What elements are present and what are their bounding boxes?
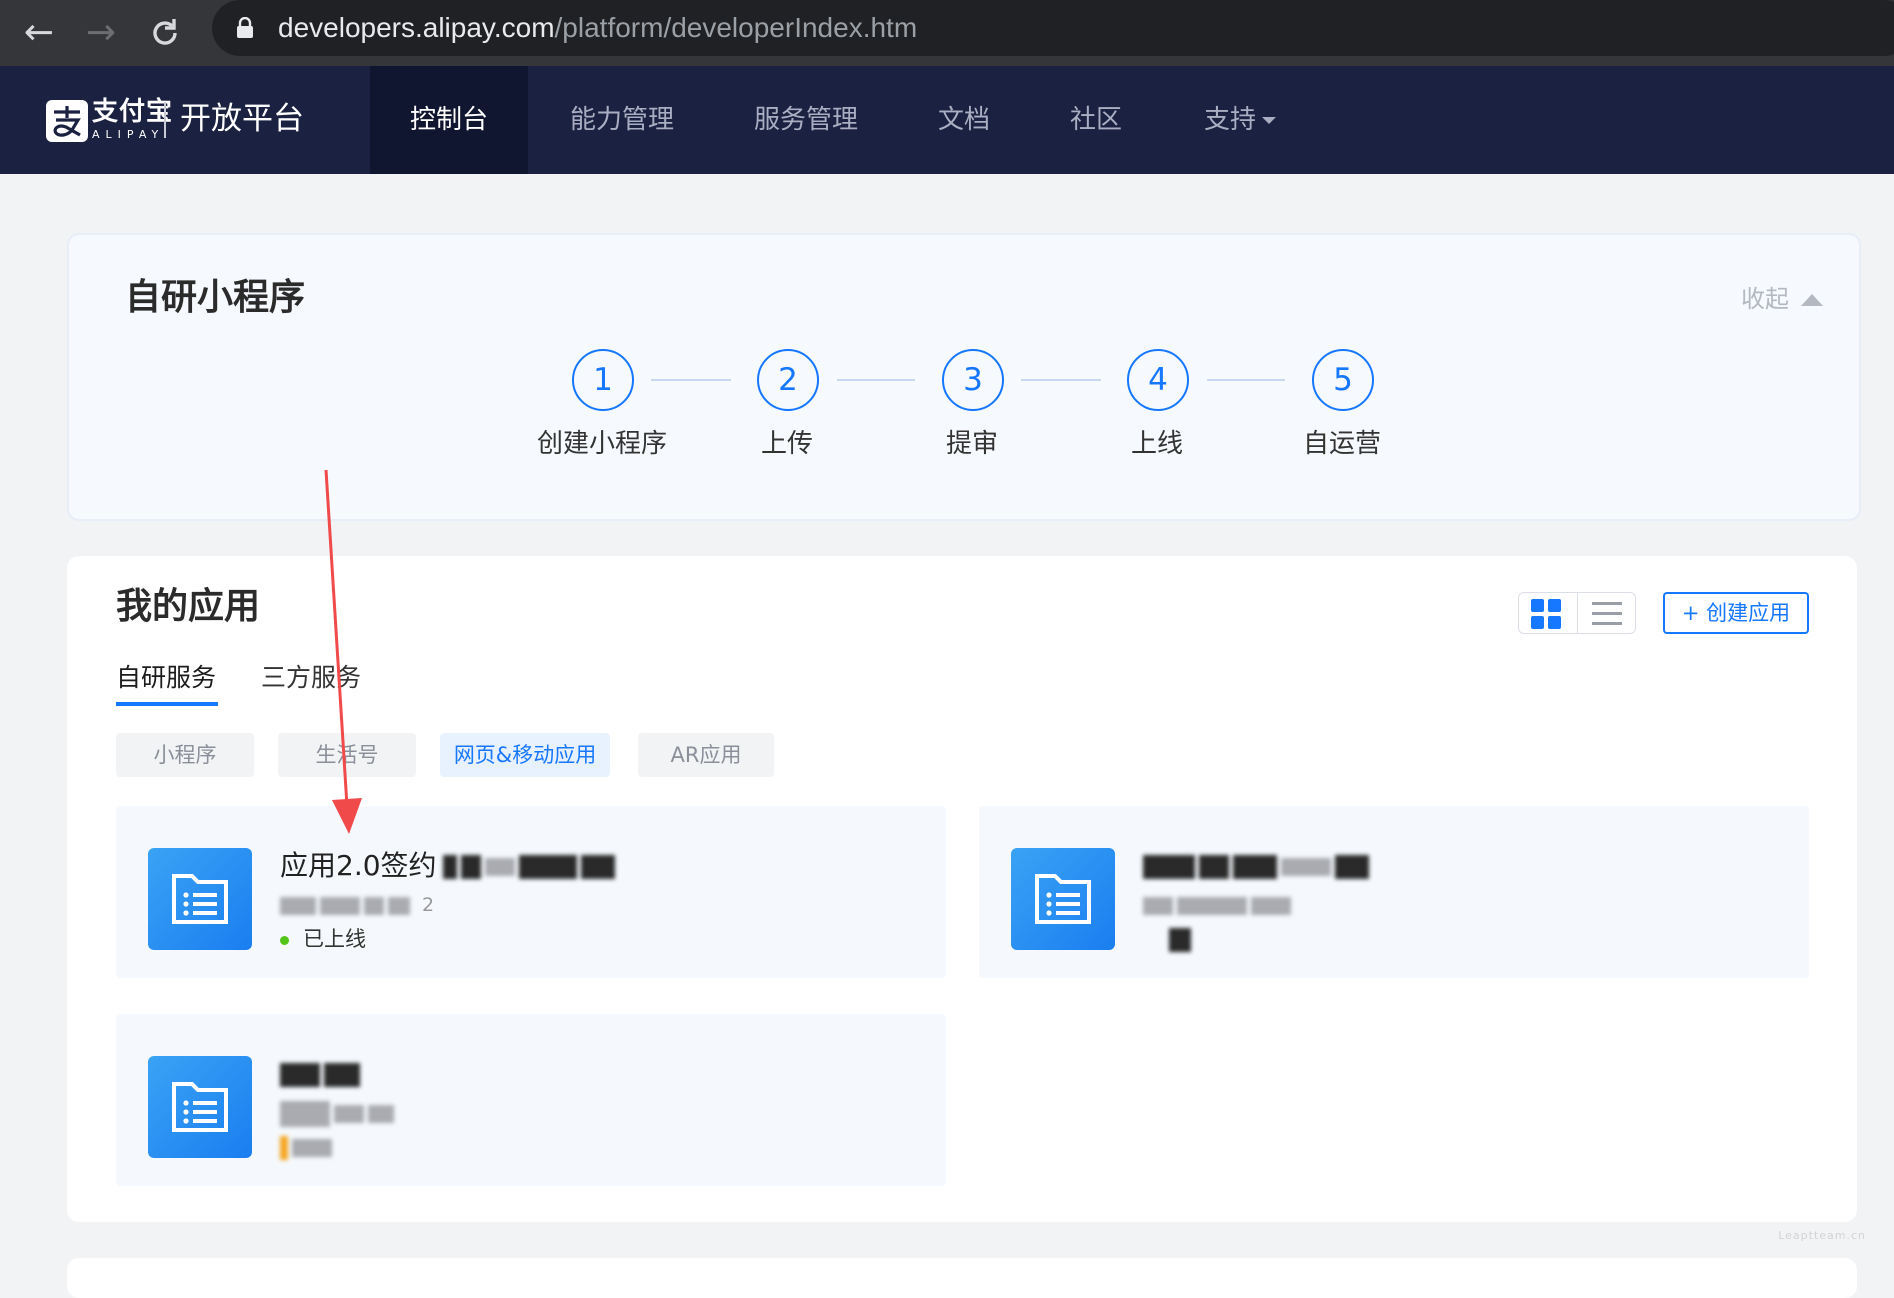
step-5-circle: 5 [1312,349,1374,411]
app-status-redacted [280,1132,336,1162]
toggle-divider [1577,593,1578,633]
status-online-dot [280,935,289,945]
view-toggle [1518,592,1636,634]
logo-divider [164,102,166,138]
alipay-logo-icon[interactable] [46,100,88,142]
nav-community[interactable]: 社区 [1070,66,1122,174]
app-id-suffix: 2 [422,894,435,916]
create-app-button[interactable]: + 创建应用 [1663,592,1809,634]
my-apps-title: 我的应用 [116,586,261,627]
step-2-circle: 2 [757,349,819,411]
logo-sub: ALIPAY [92,128,165,141]
back-arrow-icon[interactable]: ← [14,8,64,58]
nav-support[interactable]: 支持 [1204,66,1277,174]
chevron-down-icon [1262,117,1277,124]
redacted-id [280,894,414,916]
chevron-up-icon [1801,294,1823,306]
collapse-button[interactable]: 收起 [1741,279,1823,314]
app-status-text: 已上线 [303,927,366,951]
step-connector [837,379,915,381]
app-name-redacted [1143,846,1373,886]
grid-view-icon[interactable] [1530,598,1562,630]
tab-third-party[interactable]: 三方服务 [261,660,361,696]
step-1-label: 创建小程序 [536,429,667,459]
step-4-label: 上线 [1130,429,1183,459]
app-name: 应用2.0签约 [280,846,619,886]
browser-toolbar: ← → developers.alipay.com/platform/devel… [0,0,1894,66]
active-tab-indicator [116,702,218,706]
app-status: 已上线 [280,924,366,954]
next-section-card [67,1258,1857,1298]
app-id: 2 [280,892,434,918]
filter-life-account[interactable]: 生活号 [278,733,416,777]
nav-console[interactable]: 控制台 [370,66,528,174]
logo-platform-title: 开放平台 [180,101,304,137]
url-host: developers.alipay.com [278,12,555,43]
steps-card-title: 自研小程序 [125,277,306,318]
app-card[interactable] [116,1014,946,1186]
step-5-label: 自运营 [1302,429,1381,459]
app-document-icon [1011,848,1115,950]
app-card[interactable]: 应用2.0签约 2 已上线 [116,806,946,978]
nav-capability-management[interactable]: 能力管理 [570,66,674,174]
nav-support-label: 支持 [1204,105,1257,135]
step-3-label: 提审 [945,429,998,459]
app-document-icon [148,1056,252,1158]
nav-service-management[interactable]: 服务管理 [754,66,858,174]
site-header: 支付宝 ALIPAY 开放平台 控制台 能力管理 服务管理 文档 社区 支持 [0,66,1894,174]
forward-arrow-icon[interactable]: → [76,8,126,58]
filter-ar-app[interactable]: AR应用 [638,733,774,777]
step-2-label: 上传 [760,429,813,459]
app-name-text: 应用2.0签约 [280,849,437,882]
watermark: Leaptteam.cn [1778,1229,1866,1242]
step-1-circle: 1 [572,349,634,411]
step-connector [1021,379,1101,381]
app-name-redacted [280,1054,364,1094]
step-connector [1207,379,1285,381]
step-3-circle: 3 [942,349,1004,411]
tab-self-developed[interactable]: 自研服务 [116,660,216,696]
nav-docs[interactable]: 文档 [938,66,990,174]
reload-icon[interactable] [140,8,190,58]
step-4-circle: 4 [1127,349,1189,411]
url-path: /platform/developerIndex.htm [554,12,918,43]
app-id-redacted [1143,892,1295,918]
filter-web-mobile-app[interactable]: 网页&移动应用 [440,733,610,777]
step-connector [651,379,731,381]
collapse-label: 收起 [1741,285,1789,313]
address-bar[interactable]: developers.alipay.com/platform/developer… [212,0,1894,56]
mini-program-steps-card: 自研小程序 收起 1 2 3 4 5 创建小程序 上传 提审 上线 自运营 [67,233,1861,521]
list-view-icon[interactable] [1591,601,1623,627]
redacted-text [442,849,619,882]
app-document-icon [148,848,252,950]
app-status-redacted [1143,924,1195,954]
filter-mini-program[interactable]: 小程序 [116,733,254,777]
logo-brand: 支付宝 [92,97,174,127]
app-card[interactable] [979,806,1809,978]
app-id-redacted [280,1100,398,1127]
lock-icon [237,17,253,38]
url-text: developers.alipay.com/platform/developer… [278,0,917,56]
my-apps-card: 我的应用 + 创建应用 自研服务 三方服务 小程序 生活号 网页&移动应用 AR… [67,556,1857,1222]
